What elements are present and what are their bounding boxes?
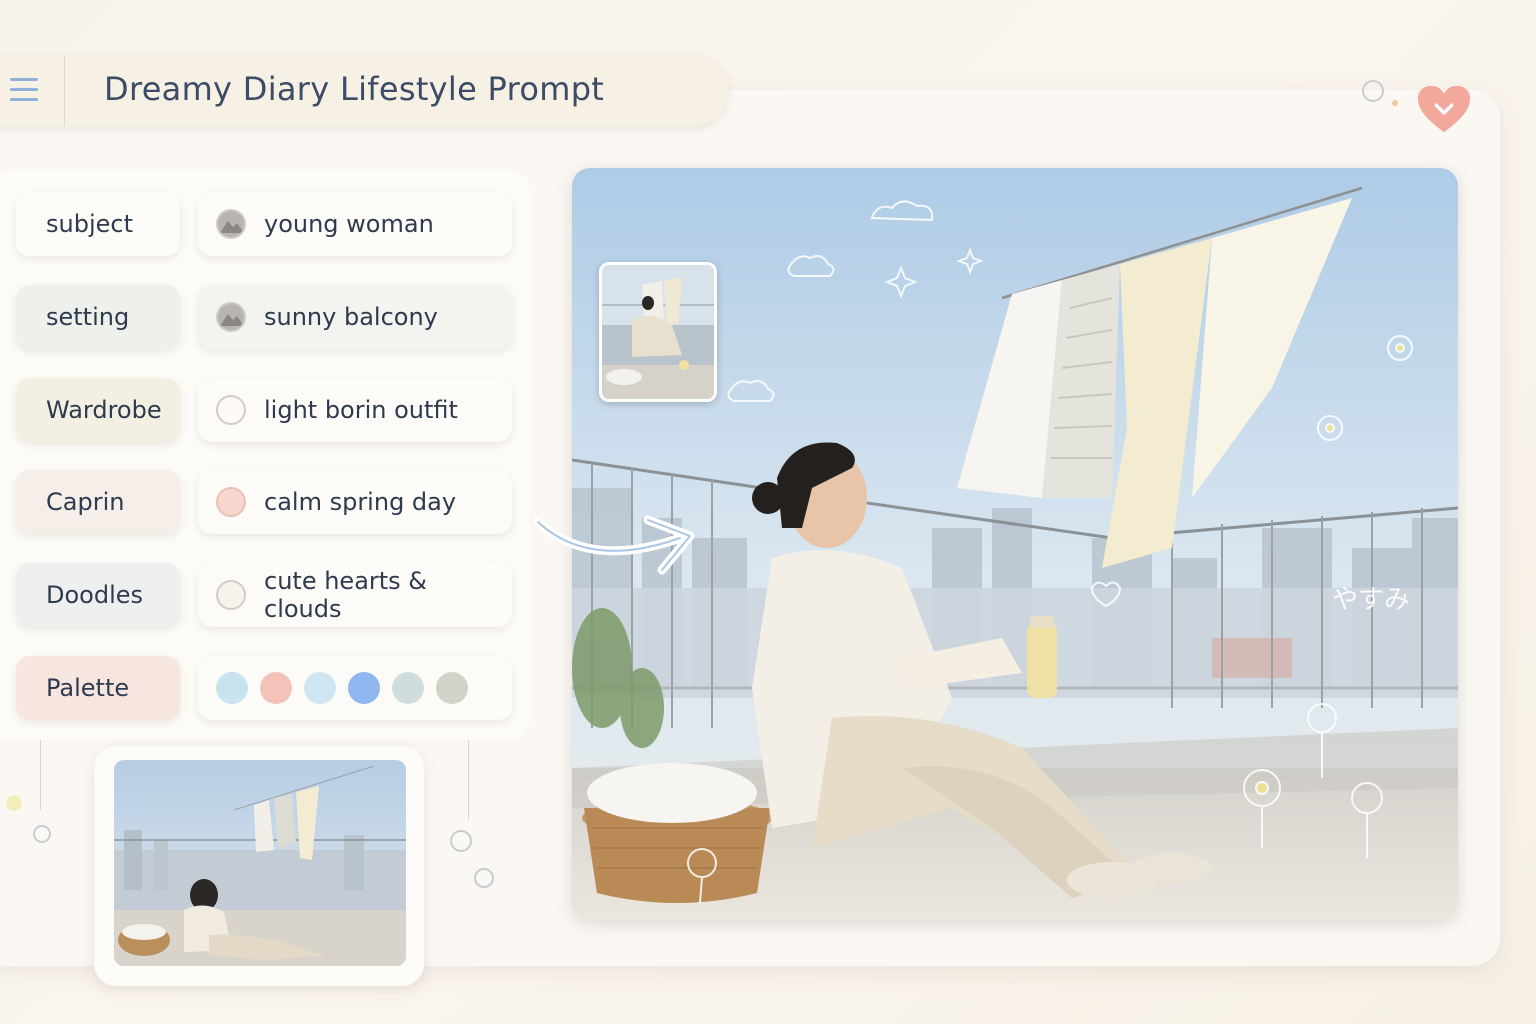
title-bar: Dreamy Diary Lifestyle Prompt [0,56,728,126]
menu-icon[interactable] [10,78,38,104]
field-label-wardrobe: Wardrobe [16,378,180,442]
circle-icon [216,395,246,425]
field-label-text: Doodles [46,581,144,609]
field-value-caprin[interactable]: calm spring day [198,470,512,534]
decoration-ring [474,868,494,888]
page-title: Dreamy Diary Lifestyle Prompt [104,70,605,108]
field-label-text: subject [46,210,133,238]
field-label-caprin: Caprin [16,470,180,534]
connector-line [468,740,469,820]
field-value-doodles[interactable]: cute hearts & clouds [198,563,512,627]
field-value-text: calm spring day [264,488,457,516]
field-value-setting[interactable]: sunny balcony [198,285,512,349]
circle-icon [216,580,246,610]
palette-swatch[interactable] [436,672,468,704]
field-label-text: Wardrobe [46,396,162,424]
palette-swatches[interactable] [198,656,512,720]
decoration-ring [450,830,472,852]
field-value-text: sunny balcony [264,303,438,331]
connector-line [40,740,41,810]
palette-swatch[interactable] [304,672,336,704]
palette-swatch[interactable] [392,672,424,704]
heart-icon [1417,85,1471,133]
handwritten-caption: やすみ [1332,585,1410,615]
preview-image[interactable] [114,760,406,966]
field-value-text: young woman [264,210,434,238]
field-label-palette: Palette [16,656,180,720]
field-value-text: light borin outfit [264,396,458,424]
field-value-subject[interactable]: young woman [198,192,512,256]
field-value-wardrobe[interactable]: light borin outfit [198,378,512,442]
preview-card[interactable] [94,746,424,986]
field-label-text: Caprin [46,488,125,516]
decoration-ring [1362,80,1384,102]
decoration-dot [1392,100,1398,106]
curved-arrow-icon [533,515,695,575]
palette-swatch[interactable] [216,672,248,704]
title-divider [64,56,65,126]
field-label-subject: subject [16,192,180,256]
palette-swatch[interactable] [348,672,380,704]
decoration-dot [6,795,22,811]
field-label-text: setting [46,303,130,331]
field-label-text: Palette [46,674,130,702]
field-label-setting: setting [16,285,180,349]
favorite-button[interactable] [1416,84,1472,136]
mountain-icon [216,302,246,332]
field-value-text: cute hearts & clouds [264,567,428,623]
palette-swatch[interactable] [260,672,292,704]
mountain-icon [216,209,246,239]
decoration-ring [33,825,51,843]
reference-thumbnail[interactable] [599,262,717,402]
circle-icon [216,487,246,517]
field-label-doodles: Doodles [16,563,180,627]
